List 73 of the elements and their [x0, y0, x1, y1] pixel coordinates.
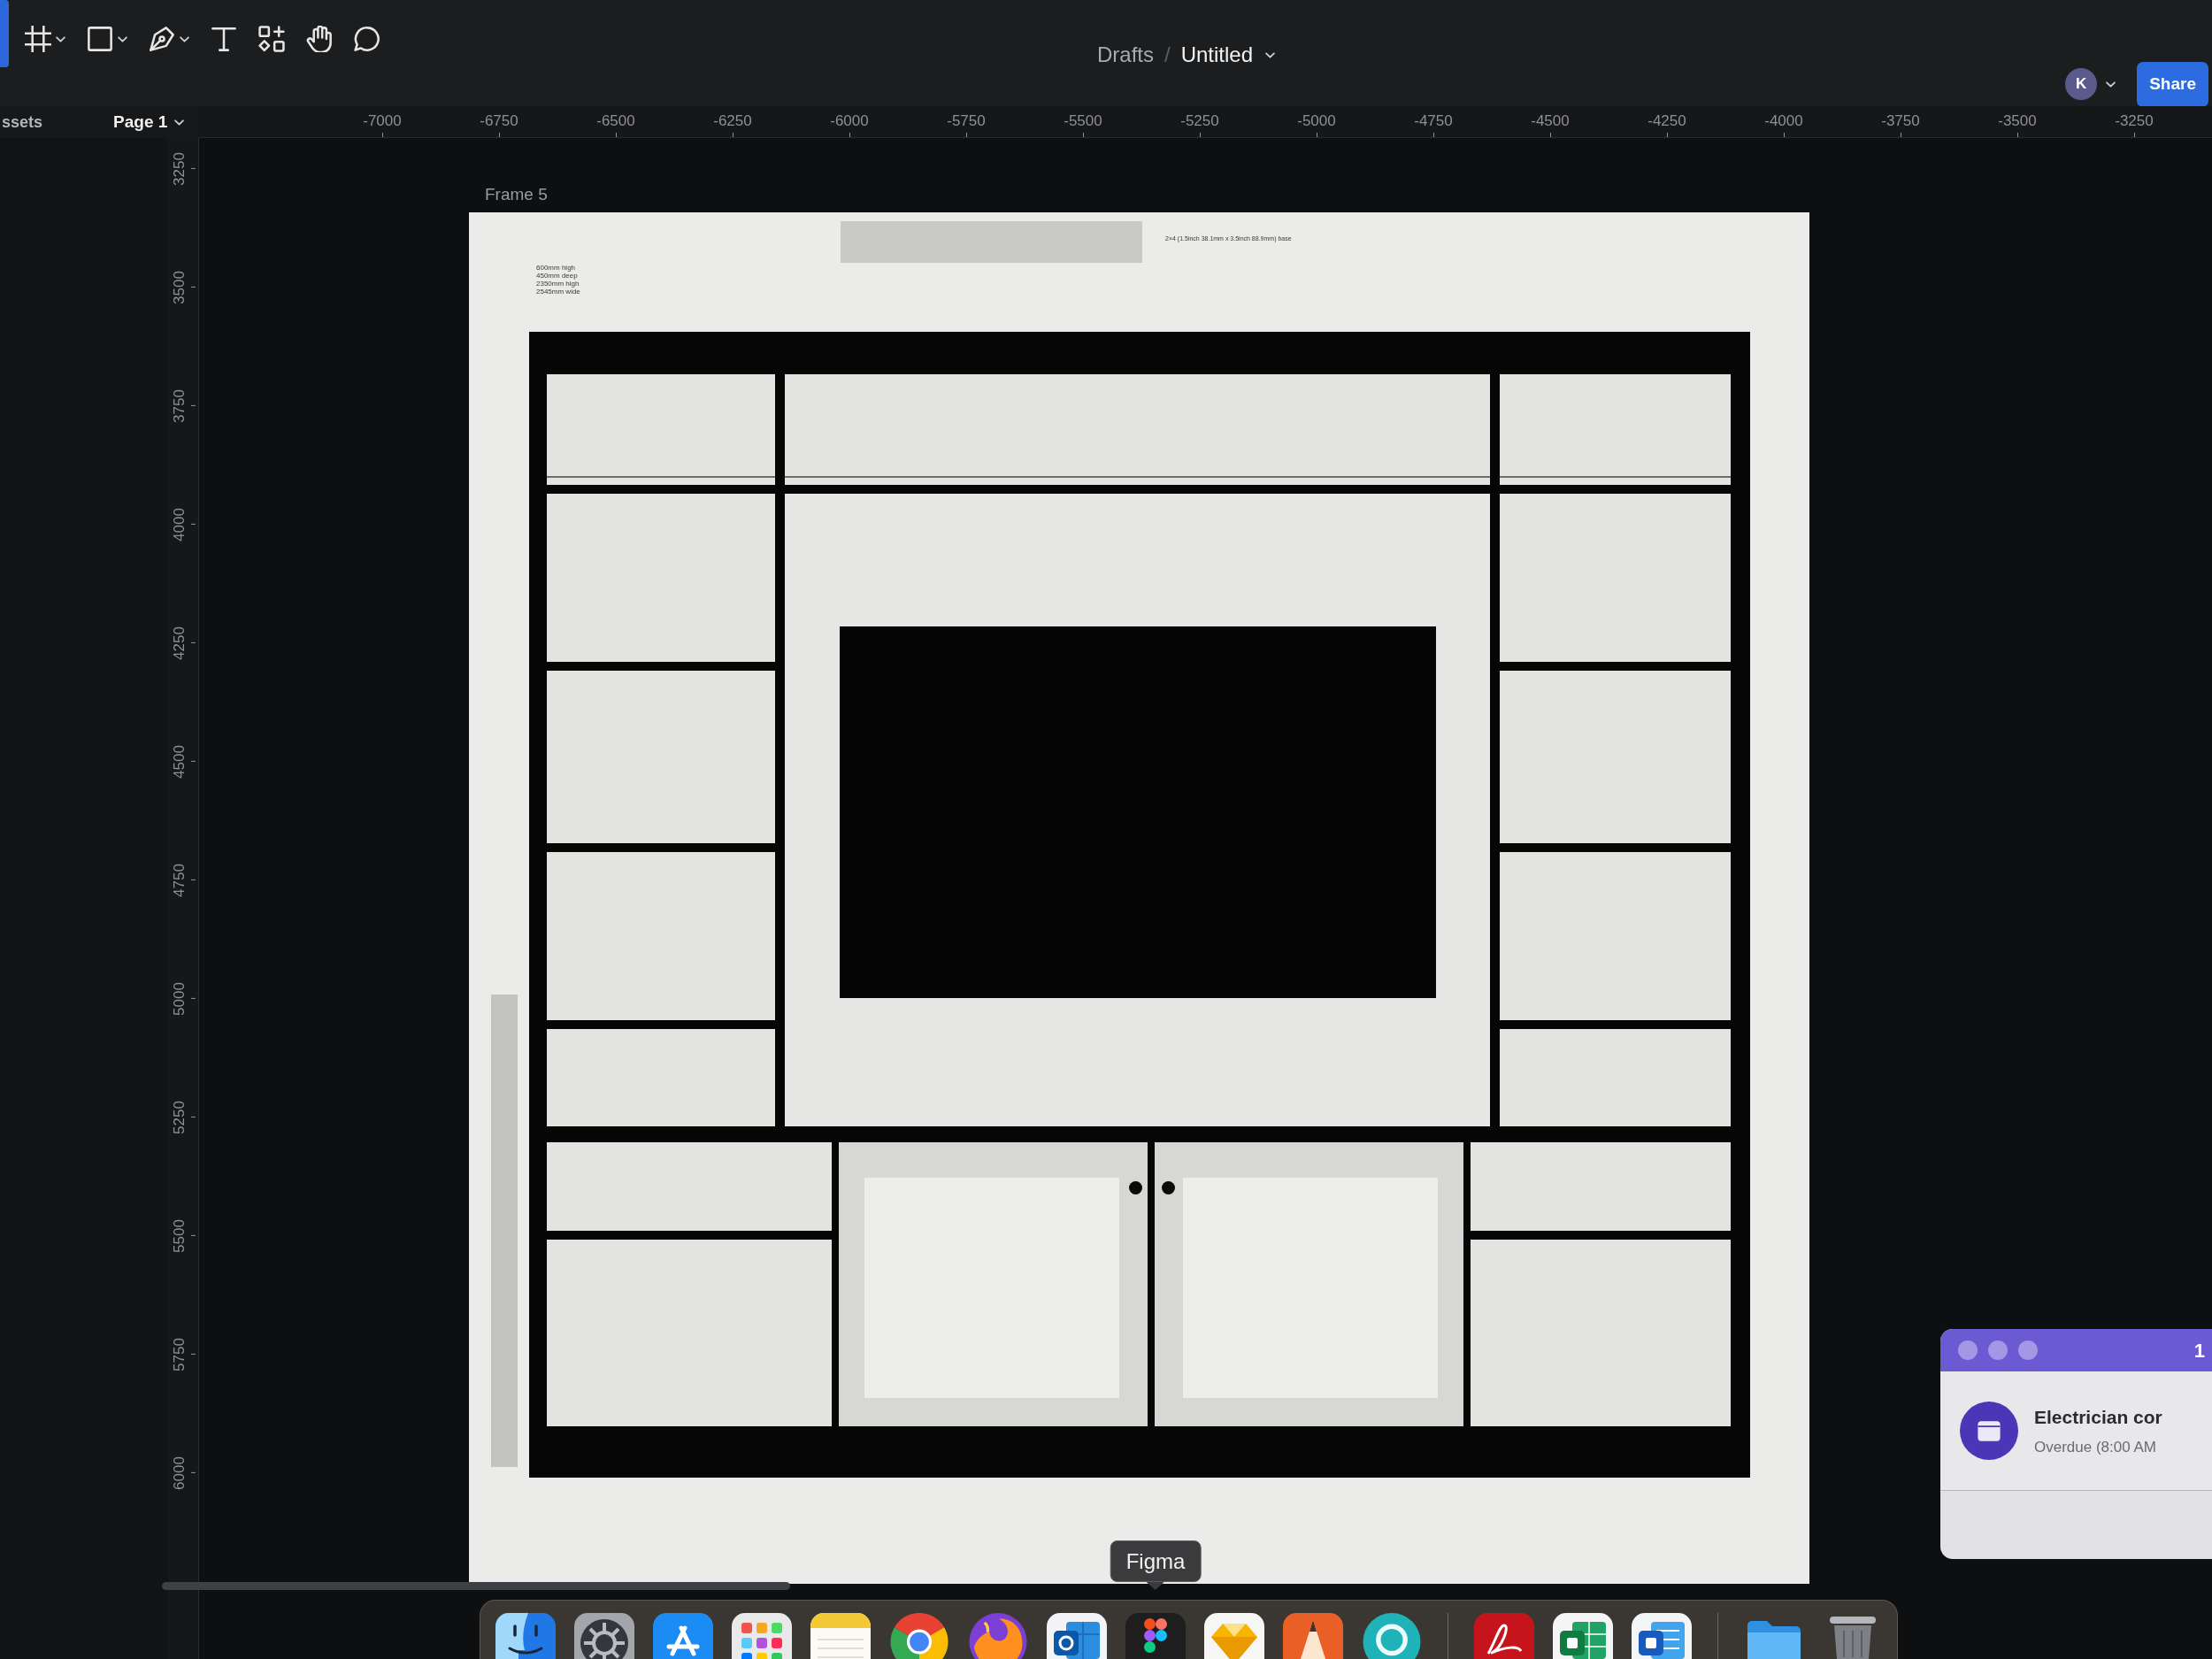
- notepad-icon[interactable]: [810, 1613, 871, 1659]
- crossed-strokes-icon[interactable]: [653, 1613, 713, 1659]
- ruler-label: -6750: [480, 112, 518, 137]
- ruler-label: -4250: [1647, 112, 1686, 137]
- ruler-label: -7000: [363, 112, 402, 137]
- ruler-label: -5000: [1297, 112, 1336, 137]
- hash-icon: [25, 26, 51, 52]
- notification-subtitle: Overdue (8:00 AM: [2034, 1438, 2157, 1457]
- dimension-note: 600mm high: [536, 264, 577, 272]
- share-button[interactable]: Share: [2137, 62, 2208, 107]
- breadcrumb-separator: /: [1164, 42, 1171, 68]
- ruler-label: -5750: [947, 112, 986, 137]
- ruler-label: -5500: [1064, 112, 1102, 137]
- horizontal-scrollbar[interactable]: [162, 1582, 790, 1590]
- ruler-label: -4750: [1414, 112, 1453, 137]
- notification-header-text: 1: [2193, 1338, 2205, 1363]
- panel-tab[interactable]: ssets: [2, 110, 43, 134]
- page-selector[interactable]: Page 1: [113, 109, 185, 135]
- ruler-label: -3500: [1998, 112, 2037, 137]
- tooltip: Figma: [1110, 1540, 1202, 1582]
- dot-grid-icon[interactable]: [732, 1613, 792, 1659]
- ruler-label: -6500: [596, 112, 635, 137]
- dimension-note: 2545mm wide: [536, 288, 580, 296]
- ruler-label: -4500: [1531, 112, 1570, 137]
- hand-icon: [306, 26, 333, 52]
- ruler-label: 5500: [171, 1219, 196, 1253]
- shapes-plus-icon: [258, 26, 285, 52]
- ruler-label: 5250: [171, 1101, 196, 1134]
- gear-icon[interactable]: [574, 1613, 634, 1659]
- ruler-label: 5000: [171, 982, 196, 1016]
- door-knob-icon: [1162, 1181, 1175, 1194]
- file-name-button[interactable]: Untitled: [1180, 41, 1276, 69]
- ruler-label: 6000: [171, 1456, 196, 1490]
- caret-icon: [174, 119, 185, 126]
- ruler-label: 4250: [171, 626, 196, 660]
- ruler-label: 4000: [171, 508, 196, 541]
- ruler-label: 3750: [171, 389, 196, 423]
- door-knob-icon: [1129, 1181, 1142, 1194]
- dimension-note: 2350mm high: [536, 280, 580, 288]
- avatar-button[interactable]: K: [2065, 68, 2098, 101]
- segmented-circle-icon[interactable]: [889, 1613, 949, 1659]
- ruler-label: -3250: [2115, 112, 2154, 137]
- square-icon: [87, 26, 113, 52]
- ruler-label: 5750: [171, 1338, 196, 1371]
- stacked-shapes-icon[interactable]: [1125, 1613, 1186, 1659]
- frame-label[interactable]: Frame 5: [485, 182, 548, 208]
- document-icon[interactable]: [1632, 1613, 1692, 1659]
- dimension-note: 450mm deep: [536, 272, 579, 280]
- tooltip-arrow-icon: [1147, 1582, 1164, 1590]
- ruler-label: 3500: [171, 271, 196, 304]
- ring-icon[interactable]: [1362, 1613, 1422, 1659]
- breadcrumb-link[interactable]: Drafts: [1097, 39, 1154, 71]
- swirl-icon[interactable]: [1474, 1613, 1534, 1659]
- caret-icon: [1265, 51, 1276, 58]
- ruler-label: -6250: [713, 112, 752, 137]
- pen-icon: [149, 26, 175, 52]
- text-icon: [211, 26, 237, 52]
- ruler-label: 3250: [171, 152, 196, 186]
- calendar-badge-icon: [1960, 1402, 2018, 1460]
- ruler-label: -3750: [1881, 112, 1920, 137]
- pencil-icon[interactable]: [1283, 1613, 1343, 1659]
- face-tile-icon[interactable]: [495, 1613, 556, 1659]
- ruler-label: 4500: [171, 745, 196, 779]
- ruler-label: 4750: [171, 864, 196, 897]
- spreadsheet-icon[interactable]: [1553, 1613, 1613, 1659]
- speech-bubble-icon: [354, 26, 380, 52]
- stacked-tiles-icon[interactable]: [1047, 1613, 1107, 1659]
- diamond-icon[interactable]: [1204, 1613, 1264, 1659]
- caret-icon: [2106, 81, 2116, 88]
- notification-title: Electrician cor: [2034, 1405, 2162, 1429]
- ruler-label: -6000: [830, 112, 869, 137]
- ruler-label: -4000: [1764, 112, 1803, 137]
- ruler-label: -5250: [1180, 112, 1219, 137]
